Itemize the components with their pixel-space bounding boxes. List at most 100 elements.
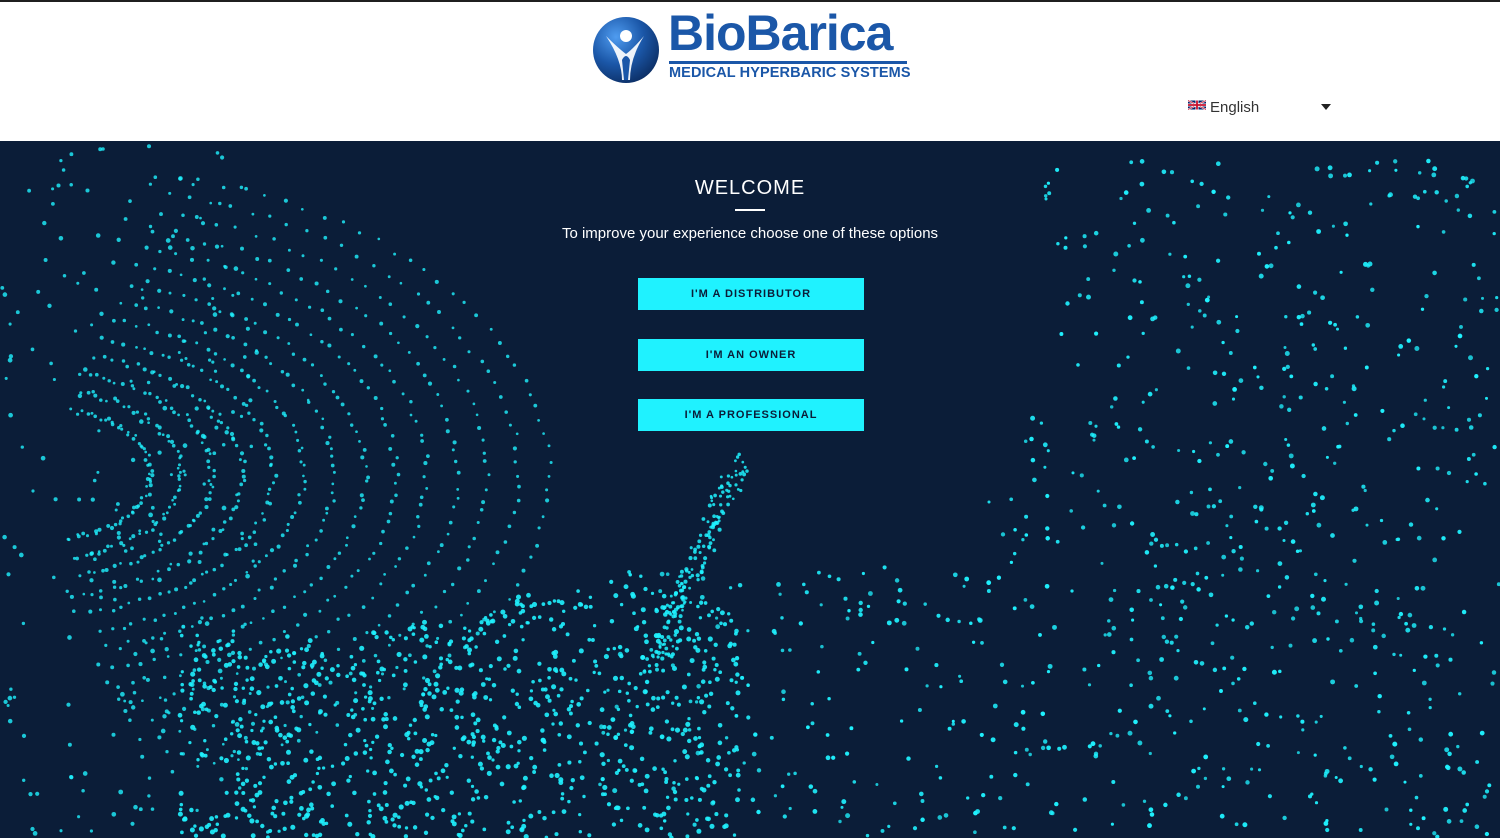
particle-dot bbox=[67, 538, 71, 542]
particle-dot bbox=[1388, 734, 1393, 738]
particle-dot bbox=[683, 579, 688, 584]
particle-dot bbox=[271, 481, 276, 485]
particle-dot bbox=[224, 430, 229, 435]
particle-dot bbox=[1000, 532, 1006, 537]
particle-dot bbox=[1426, 158, 1431, 164]
particle-dot bbox=[350, 333, 354, 337]
particle-dot bbox=[142, 639, 146, 643]
particle-dot bbox=[871, 640, 875, 645]
particle-dot bbox=[1327, 165, 1333, 171]
particle-dot bbox=[648, 730, 653, 735]
particle-dot bbox=[1087, 744, 1092, 749]
particle-dot bbox=[192, 578, 197, 583]
particle-dot bbox=[424, 677, 431, 684]
owner-button[interactable]: I'M AN OWNER bbox=[638, 339, 864, 371]
particle-dot bbox=[599, 707, 605, 713]
particle-dot bbox=[590, 638, 595, 642]
particle-dot bbox=[654, 663, 659, 667]
particle-dot bbox=[1238, 486, 1242, 490]
particle-dot bbox=[1024, 533, 1029, 537]
particle-dot bbox=[211, 723, 216, 728]
particle-dot bbox=[112, 318, 116, 323]
particle-dot bbox=[387, 643, 391, 647]
particle-dot bbox=[520, 604, 525, 609]
particle-dot bbox=[1219, 813, 1225, 819]
particle-dot bbox=[445, 775, 449, 779]
particle-dot bbox=[1156, 695, 1161, 701]
particle-dot bbox=[456, 832, 461, 837]
particle-dot bbox=[1375, 160, 1380, 165]
biobarica-logo[interactable]: BioBarica MEDICAL HYPERBARIC SYSTEMS bbox=[592, 8, 912, 86]
distributor-button[interactable]: I'M A DISTRIBUTOR bbox=[638, 278, 864, 310]
particle-dot bbox=[243, 459, 247, 464]
particle-dot bbox=[139, 501, 143, 505]
particle-dot bbox=[481, 500, 486, 505]
particle-dot bbox=[147, 776, 152, 780]
particle-dot bbox=[1406, 338, 1412, 343]
particle-dot bbox=[1263, 461, 1268, 467]
professional-button[interactable]: I'M A PROFESSIONAL bbox=[638, 399, 864, 431]
particle-dot bbox=[661, 668, 666, 673]
particle-dot bbox=[67, 635, 72, 640]
particle-dot bbox=[221, 742, 225, 746]
particle-dot bbox=[350, 708, 354, 712]
particle-dot bbox=[289, 799, 294, 804]
particle-dot bbox=[123, 708, 128, 714]
particle-dot bbox=[717, 519, 721, 523]
particle-dot bbox=[169, 309, 174, 314]
particle-dot bbox=[231, 437, 236, 442]
particle-dot bbox=[506, 730, 512, 736]
particle-dot bbox=[439, 662, 444, 667]
particle-dot bbox=[247, 813, 252, 818]
particle-dot bbox=[437, 550, 440, 554]
particle-dot bbox=[77, 815, 81, 819]
particle-dot bbox=[1093, 751, 1099, 756]
particle-dot bbox=[163, 698, 168, 702]
particle-dot bbox=[230, 363, 235, 368]
particle-dot bbox=[1129, 521, 1135, 526]
particle-dot bbox=[708, 680, 712, 685]
particle-dot bbox=[707, 503, 712, 508]
particle-dot bbox=[603, 690, 607, 694]
particle-dot bbox=[238, 458, 242, 462]
particle-dot bbox=[405, 590, 410, 595]
particle-dot bbox=[528, 393, 532, 397]
particle-dot bbox=[30, 826, 35, 832]
particle-dot bbox=[223, 552, 228, 557]
particle-dot bbox=[128, 537, 132, 541]
particle-dot bbox=[1479, 730, 1485, 736]
particle-dot bbox=[299, 460, 303, 464]
particle-dot bbox=[628, 713, 633, 718]
language-selector[interactable]: English bbox=[1186, 96, 1334, 120]
particle-dot bbox=[355, 306, 358, 310]
particle-dot bbox=[1296, 315, 1302, 320]
particle-dot bbox=[1141, 331, 1145, 336]
particle-dot bbox=[1409, 822, 1413, 826]
particle-dot bbox=[516, 474, 520, 478]
particle-dot bbox=[111, 732, 116, 737]
particle-dot bbox=[412, 825, 418, 830]
chevron-down-icon[interactable] bbox=[1321, 104, 1331, 110]
particle-dot bbox=[346, 778, 351, 783]
particle-dot bbox=[105, 399, 108, 403]
particle-dot bbox=[280, 370, 285, 374]
particle-dot bbox=[1344, 582, 1348, 586]
particle-dot bbox=[1325, 827, 1330, 833]
particle-dot bbox=[179, 719, 184, 723]
particle-dot bbox=[958, 674, 962, 678]
particle-dot bbox=[1032, 477, 1037, 483]
particle-dot bbox=[451, 326, 455, 330]
particle-dot bbox=[171, 443, 176, 448]
particle-dot bbox=[62, 274, 67, 278]
particle-dot bbox=[123, 217, 128, 221]
particle-dot bbox=[1446, 819, 1452, 824]
particle-dot bbox=[696, 695, 701, 700]
particle-dot bbox=[303, 487, 307, 491]
particle-dot bbox=[315, 771, 320, 776]
particle-dot bbox=[158, 249, 162, 254]
particle-dot bbox=[267, 701, 273, 707]
particle-dot bbox=[1136, 658, 1140, 663]
particle-dot bbox=[1050, 811, 1055, 816]
particle-dot bbox=[703, 561, 707, 565]
particle-dot bbox=[286, 522, 290, 526]
